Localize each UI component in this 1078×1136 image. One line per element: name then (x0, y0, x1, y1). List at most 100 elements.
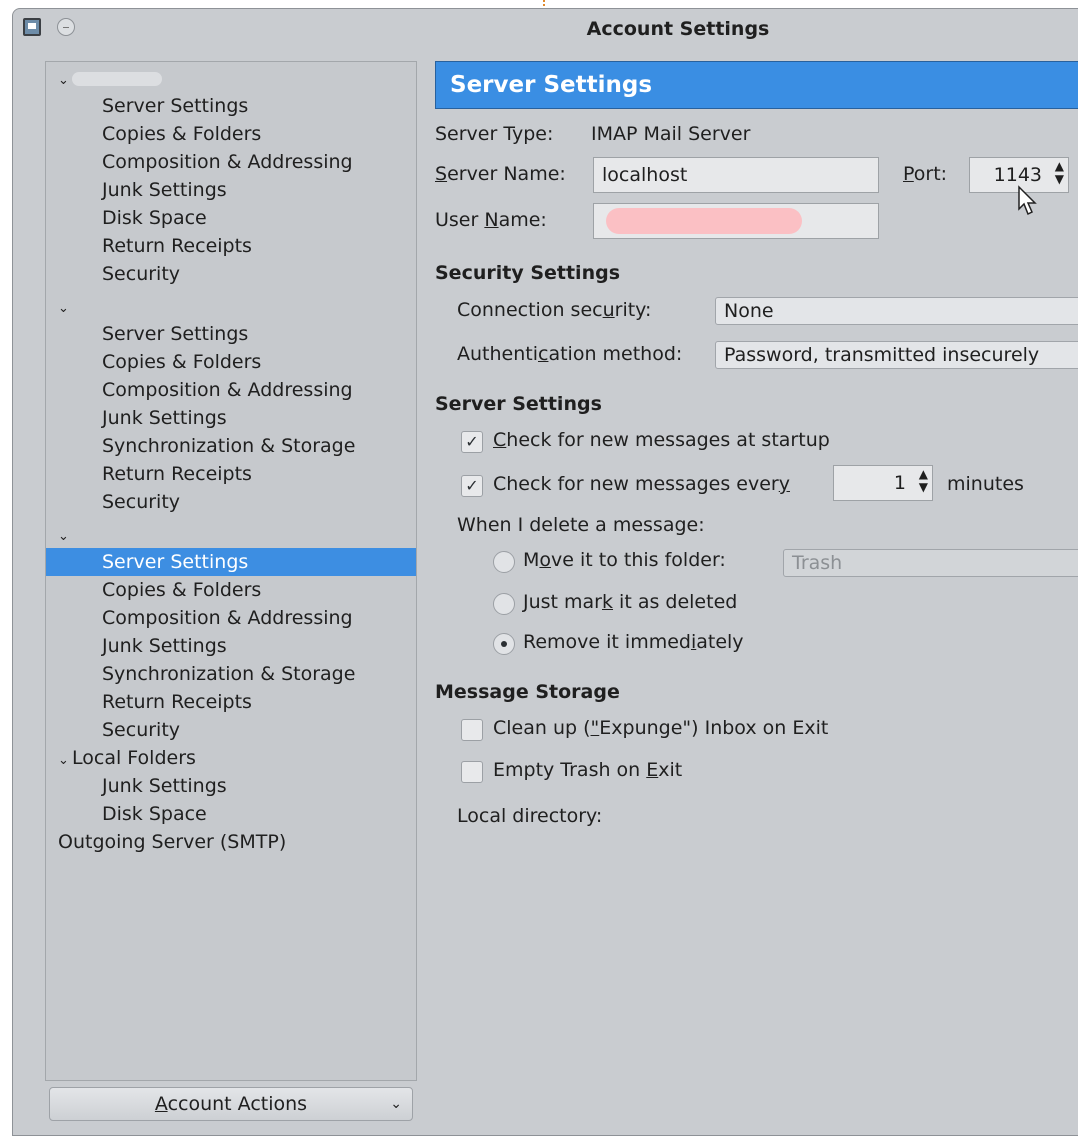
tree-item[interactable]: Copies & Folders (46, 120, 416, 148)
account-actions-label: Account Actions (154, 1093, 308, 1115)
tree-item-label: Return Receipts (102, 463, 252, 485)
tree-item-label: Server Settings (102, 551, 249, 573)
tree-item-label: Security (102, 263, 181, 285)
tree-item-label: Copies & Folders (102, 351, 262, 373)
check-every-label[interactable]: Check for new messages every (493, 473, 790, 495)
tree-item-label: Return Receipts (102, 235, 252, 257)
account-actions-button[interactable]: Account Actions ⌄ (49, 1087, 413, 1121)
account-tree[interactable]: ⌄ Server Settings Copies & Folders Composit… (45, 61, 417, 1081)
remove-immediately-label[interactable]: Remove it immediately (523, 631, 744, 653)
mark-deleted-label[interactable]: Just mark it as deleted (523, 591, 737, 613)
expunge-label[interactable]: Clean up ("Expunge") Inbox on Exit (493, 717, 828, 739)
check-interval-stepper[interactable]: 1 ▲ ▼ (833, 465, 933, 501)
tree-item[interactable]: Copies & Folders (46, 348, 416, 376)
chevron-down-icon: ⌄ (390, 1096, 402, 1112)
server-name-field[interactable]: localhost (593, 157, 879, 193)
message-storage-heading: Message Storage (435, 681, 620, 703)
tree-item-label: Server Settings (102, 323, 249, 345)
check-interval-value: 1 (893, 472, 906, 494)
tree-item-label: Return Receipts (102, 691, 252, 713)
empty-trash-checkbox[interactable] (461, 761, 483, 783)
tree-item[interactable]: Disk Space (46, 204, 416, 232)
account-settings-window: Account Settings ⌄ Server Settings Copies … (12, 8, 1078, 1136)
tree-account-row[interactable]: Outgoing Server (SMTP) (46, 828, 416, 856)
tree-item[interactable]: Copies & Folders (46, 576, 416, 604)
user-name-label: User Name: (435, 209, 547, 231)
tree-item-label: Synchronization & Storage (102, 435, 356, 457)
tree-item[interactable]: Junk Settings (46, 176, 416, 204)
server-name-label: Server Name: (435, 163, 566, 185)
tree-item[interactable]: Disk Space (46, 800, 416, 828)
auth-method-label: Authentication method: (457, 343, 683, 365)
tree-item-label: Copies & Folders (102, 123, 262, 145)
tree-item-label: Synchronization & Storage (102, 663, 356, 685)
panel-title: Server Settings (435, 61, 1078, 109)
connection-security-value: None (724, 300, 774, 322)
tree-item-label: Server Settings (102, 95, 249, 117)
move-to-folder-radio[interactable] (493, 551, 515, 573)
tree-item[interactable]: Synchronization & Storage (46, 432, 416, 460)
check-startup-checkbox[interactable]: ✓ (461, 431, 483, 453)
tree-item[interactable]: Return Receipts (46, 232, 416, 260)
tree-item[interactable]: Return Receipts (46, 688, 416, 716)
tree-item[interactable]: Composition & Addressing (46, 604, 416, 632)
chevron-down-icon[interactable]: ⌄ (58, 67, 72, 95)
tree-item-label: Junk Settings (102, 775, 227, 797)
security-settings-heading: Security Settings (435, 262, 621, 284)
check-every-checkbox[interactable]: ✓ (461, 475, 483, 497)
tree-item[interactable]: Synchronization & Storage (46, 660, 416, 688)
tree-item-label: Composition & Addressing (102, 151, 353, 173)
server-type-label: Server Type: (435, 123, 554, 145)
tree-item[interactable]: Junk Settings (46, 404, 416, 432)
title-bar: Account Settings (13, 9, 1078, 49)
tree-item[interactable]: Security (46, 716, 416, 744)
tree-item[interactable]: Server Settings (46, 548, 416, 576)
tree-item-label: Copies & Folders (102, 579, 262, 601)
tree-item[interactable]: Junk Settings (46, 772, 416, 800)
tree-item[interactable]: Security (46, 260, 416, 288)
redacted-account-name (72, 71, 162, 86)
connection-security-label: Connection security: (457, 299, 652, 321)
move-to-folder-label[interactable]: Move it to this folder: (523, 549, 726, 571)
tree-item[interactable]: Return Receipts (46, 460, 416, 488)
tree-item-label: Junk Settings (102, 635, 227, 657)
check-startup-label[interactable]: Check for new messages at startup (493, 429, 830, 451)
trash-folder-value: Trash (792, 552, 843, 574)
tree-account-row[interactable]: ⌄ Local Folders (46, 744, 416, 772)
tree-item[interactable]: Server Settings (46, 92, 416, 120)
tree-item-label: Security (102, 719, 181, 741)
tree-item-label: Disk Space (102, 207, 207, 229)
auth-method-select[interactable]: Password, transmitted insecurely (715, 341, 1078, 369)
tree-item[interactable]: Composition & Addressing (46, 148, 416, 176)
user-name-field[interactable] (593, 203, 879, 239)
expunge-checkbox[interactable] (461, 719, 483, 741)
tree-item-label: Junk Settings (102, 407, 227, 429)
mouse-pointer-icon (1018, 185, 1037, 216)
trash-folder-select[interactable]: Trash (783, 549, 1078, 577)
local-directory-label: Local directory: (457, 805, 603, 827)
tree-account-row[interactable]: ⌄ (46, 64, 416, 92)
tree-account-row[interactable]: ⌄ (46, 520, 416, 548)
mark-deleted-radio[interactable] (493, 593, 515, 615)
server-settings-heading: Server Settings (435, 393, 602, 415)
stepper-arrows-icon[interactable]: ▲ ▼ (919, 468, 928, 494)
tree-item[interactable]: Junk Settings (46, 632, 416, 660)
auth-method-value: Password, transmitted insecurely (724, 344, 1040, 366)
tree-item[interactable]: Server Settings (46, 320, 416, 348)
remove-immediately-radio[interactable] (493, 633, 515, 655)
connection-security-select[interactable]: None (715, 297, 1078, 325)
redaction-mark (606, 208, 802, 234)
when-delete-label: When I delete a message: (457, 514, 705, 536)
tree-item-label: Security (102, 491, 181, 513)
tree-item-label: Composition & Addressing (102, 607, 353, 629)
tree-account-row[interactable]: ⌄ (46, 292, 416, 320)
stepper-arrows-icon[interactable]: ▲ ▼ (1055, 160, 1064, 186)
tree-item[interactable]: Security (46, 488, 416, 516)
chevron-down-icon[interactable]: ⌄ (58, 747, 72, 775)
minutes-label: minutes (947, 473, 1024, 495)
tree-item[interactable]: Composition & Addressing (46, 376, 416, 404)
port-label: Port: (903, 163, 948, 185)
empty-trash-label[interactable]: Empty Trash on Exit (493, 759, 682, 781)
chevron-down-icon[interactable]: ⌄ (58, 295, 72, 323)
chevron-down-icon[interactable]: ⌄ (58, 523, 72, 551)
